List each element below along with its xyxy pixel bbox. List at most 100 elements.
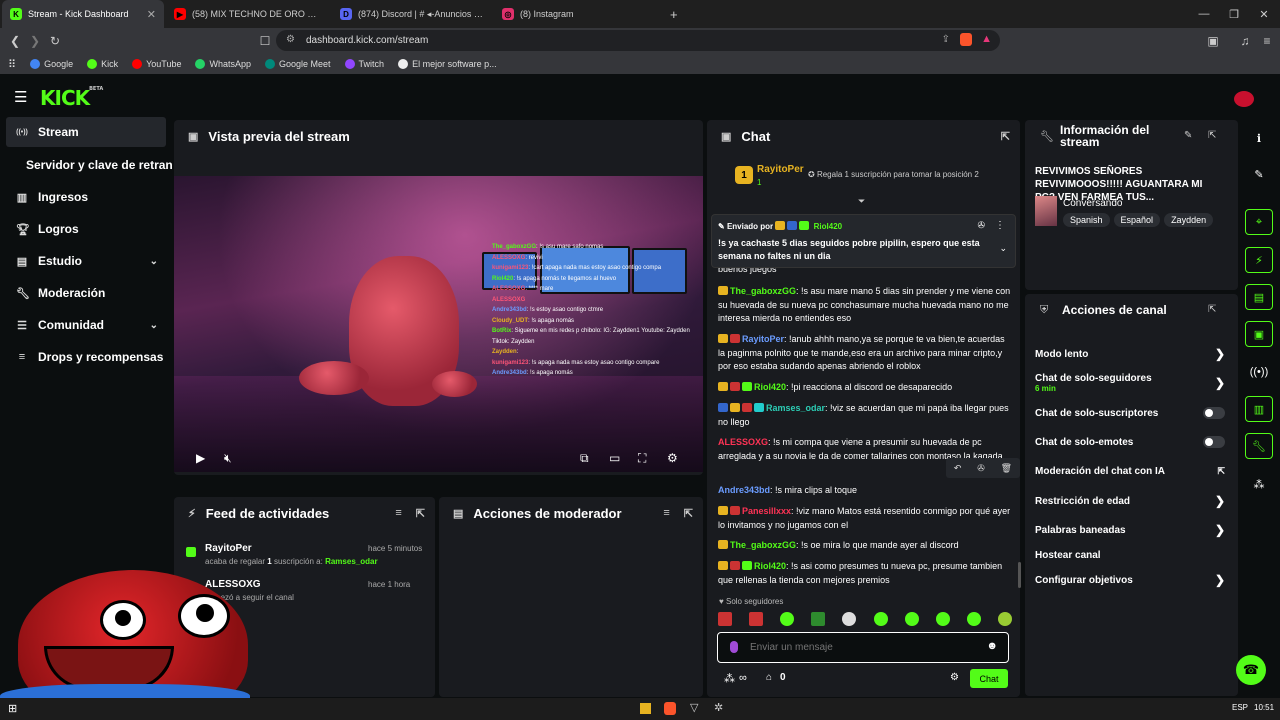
- chat-username[interactable]: The_gaboxzGG: [730, 286, 796, 296]
- sidebar-item[interactable]: ≡ Drops y recompensas: [6, 342, 166, 372]
- hamburger-menu-icon[interactable]: ☰: [14, 88, 27, 106]
- channel-action-item[interactable]: Chat de solo-emotes: [1035, 434, 1225, 450]
- browser-tab[interactable]: ◎ (8) Instagram: [494, 0, 654, 28]
- emote-icon[interactable]: [842, 612, 857, 626]
- app-icon[interactable]: ▽: [690, 701, 698, 714]
- gift-cta[interactable]: ✪ Regala 1 suscripción para tomar la pos…: [808, 170, 979, 179]
- stream-tag[interactable]: Español: [1113, 213, 1161, 227]
- popout-icon[interactable]: ⇱: [1001, 130, 1010, 143]
- popout-icon[interactable]: ⇱: [1208, 304, 1216, 315]
- share-icon[interactable]: ⇪: [942, 34, 950, 45]
- support-chat-button[interactable]: ☎: [1236, 655, 1266, 685]
- chevron-down-icon[interactable]: ⌄: [150, 256, 158, 267]
- emote-icon[interactable]: [749, 612, 764, 626]
- document-icon[interactable]: ▤: [1245, 284, 1273, 310]
- bookmark-icon[interactable]: ☐: [254, 30, 276, 51]
- channel-action-item[interactable]: Modo lento ❯: [1035, 346, 1225, 362]
- chat-username[interactable]: RayitoPer: [742, 334, 784, 344]
- pinned-message[interactable]: ✎ Enviado por Riol420 !s ya cachaste 5 d…: [711, 214, 1016, 268]
- user-avatar[interactable]: [1234, 91, 1254, 107]
- forward-icon[interactable]: ❯: [24, 30, 46, 51]
- bookmark-item[interactable]: El mejor software p...: [398, 59, 497, 69]
- restore-icon[interactable]: ❐: [1218, 0, 1250, 28]
- browser-tab[interactable]: ▶ (58) MIX TECHNO DE ORO DE 80': [166, 0, 328, 28]
- browser-tab[interactable]: K Stream - Kick Dashboard ✕: [2, 0, 164, 28]
- chat-message[interactable]: The_gaboxzGG: !s oe mira lo que mande ay…: [718, 539, 1012, 553]
- emote-icon[interactable]: [811, 612, 826, 626]
- chevron-right-icon[interactable]: ❯: [1215, 494, 1225, 508]
- toggle-switch[interactable]: [1203, 407, 1225, 419]
- emoji-icon[interactable]: ☻: [986, 640, 998, 652]
- channel-action-item[interactable]: Chat de solo-suscriptores: [1035, 405, 1225, 421]
- pinned-user[interactable]: Riol420: [814, 222, 842, 231]
- sidebar-item[interactable]: 🏆︎ Logros: [6, 214, 166, 244]
- sidebar-item[interactable]: Servidor y clave de retransmisión: [16, 150, 172, 180]
- apps-icon[interactable]: ⠿: [8, 58, 16, 71]
- bookmark-item[interactable]: Kick: [87, 59, 118, 69]
- brave-shield-icon[interactable]: [960, 33, 972, 46]
- sidebar-item[interactable]: ☰ Comunidad ⌄: [6, 310, 166, 340]
- points-icon[interactable]: ⁂: [1245, 471, 1273, 497]
- stream-tag[interactable]: Zaydden: [1164, 213, 1214, 227]
- more-icon[interactable]: ⋮: [995, 220, 1005, 231]
- sidebar-item[interactable]: ▤ Estudio ⌄: [6, 246, 166, 276]
- channel-action-item[interactable]: Palabras baneadas ❯: [1035, 522, 1225, 538]
- sidebar-toggle-icon[interactable]: ▣: [1202, 30, 1224, 51]
- layout-icon[interactable]: ▥: [1245, 396, 1273, 422]
- channel-action-item[interactable]: Configurar objetivos ❯: [1035, 572, 1225, 588]
- chevron-right-icon[interactable]: ❯: [1215, 347, 1225, 361]
- channel-action-item[interactable]: Hostear canal: [1035, 547, 1225, 563]
- rewards-icon[interactable]: ▲: [981, 33, 992, 45]
- chat-username[interactable]: Riol420: [754, 561, 786, 571]
- reply-icon[interactable]: ↶: [954, 463, 962, 474]
- chat-icon[interactable]: ▣: [1245, 321, 1273, 347]
- theater-icon[interactable]: ▭: [609, 451, 620, 465]
- channel-action-item[interactable]: Restricción de edad ❯: [1035, 493, 1225, 509]
- emote-icon[interactable]: [873, 612, 888, 626]
- channel-points[interactable]: ⁂ ∞: [724, 672, 747, 685]
- explorer-icon[interactable]: [640, 703, 651, 714]
- delete-icon[interactable]: 🗑︎: [1001, 463, 1012, 474]
- top-gifter-name[interactable]: RayitoPer: [757, 164, 804, 175]
- info-icon[interactable]: ℹ: [1245, 125, 1273, 151]
- back-icon[interactable]: ❮: [4, 30, 26, 51]
- filter-icon[interactable]: ≡: [663, 507, 669, 520]
- chevron-right-icon[interactable]: ❯: [1215, 376, 1225, 390]
- chat-scrollbar[interactable]: [1018, 562, 1021, 588]
- chat-message[interactable]: Riol420: !s asi como presumes tu nueva p…: [718, 560, 1012, 587]
- popout-icon[interactable]: ⇱: [416, 507, 425, 520]
- mute-icon[interactable]: 🔇︎: [224, 451, 232, 466]
- site-info-icon[interactable]: ⚙: [286, 34, 295, 45]
- feed-target-user[interactable]: Ramses_odar: [325, 557, 377, 566]
- fullscreen-icon[interactable]: ⛶: [638, 451, 646, 466]
- chat-message[interactable]: Andre343bd: !s mira clips al toque: [718, 484, 1012, 498]
- toggle-switch[interactable]: [1203, 436, 1225, 448]
- sidebar-item[interactable]: ▥ Ingresos: [6, 182, 166, 212]
- language-indicator[interactable]: ESP: [1232, 703, 1248, 712]
- address-bar[interactable]: ⚙ dashboard.kick.com/stream ⇪ ▲: [276, 30, 1000, 51]
- stream-tag[interactable]: Spanish: [1063, 213, 1110, 227]
- close-tab-icon[interactable]: ✕: [147, 8, 156, 21]
- channel-action-item[interactable]: Moderación del chat con IA ⇱: [1035, 463, 1225, 479]
- stream-video[interactable]: The_gaboxzGG: !s asu mare safo nomas ALES…: [174, 176, 703, 472]
- bookmark-item[interactable]: YouTube: [132, 59, 181, 69]
- kick-logo[interactable]: KICKBETA: [40, 86, 103, 110]
- menu-icon[interactable]: ≡: [1256, 30, 1278, 51]
- new-tab-button[interactable]: +: [662, 0, 682, 28]
- bookmark-item[interactable]: WhatsApp: [195, 59, 251, 69]
- chevron-right-icon[interactable]: ❯: [1215, 573, 1225, 587]
- feed-username[interactable]: RayitoPer: [205, 543, 252, 554]
- app-icon[interactable]: ✲: [714, 701, 723, 714]
- chat-username[interactable]: Riol420: [754, 382, 786, 392]
- start-icon[interactable]: ⊞: [8, 702, 17, 715]
- filter-icon[interactable]: ≡: [395, 507, 401, 520]
- edit-icon[interactable]: ✎: [1245, 161, 1273, 187]
- edit-icon[interactable]: ✎: [1184, 130, 1192, 141]
- emote-icon[interactable]: [935, 612, 950, 626]
- clock[interactable]: 10:51: [1254, 703, 1274, 712]
- media-icon[interactable]: ♫: [1234, 30, 1256, 51]
- sidebar-item[interactable]: ((•)) Stream: [6, 117, 166, 147]
- bookmark-item[interactable]: Google: [30, 59, 73, 69]
- sidebar-item[interactable]: 🔧︎ Moderación: [6, 278, 166, 308]
- emote-icon[interactable]: [904, 612, 919, 626]
